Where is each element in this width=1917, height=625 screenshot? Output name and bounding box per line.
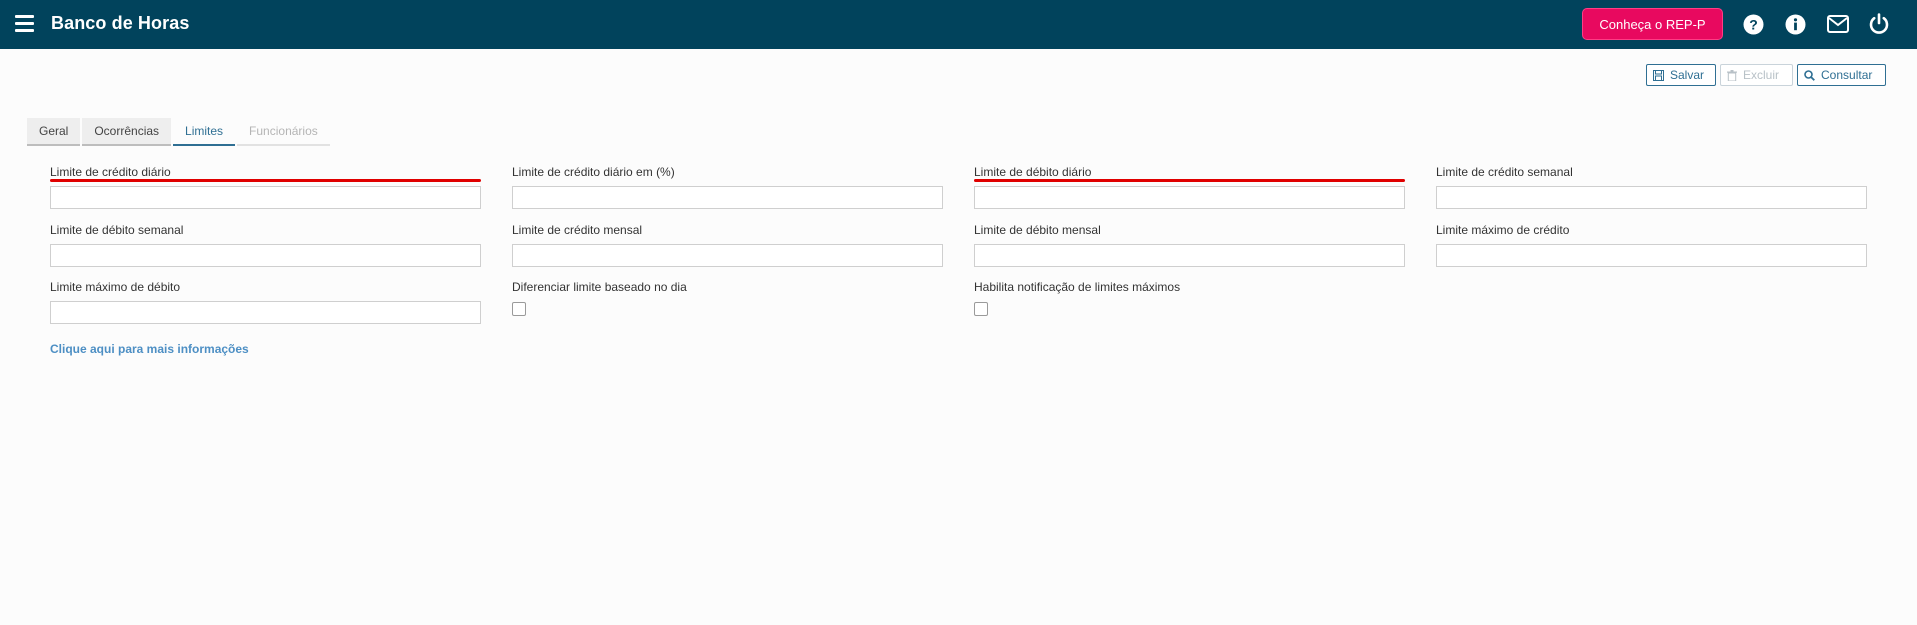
field-debito-diario: Limite de débito diário [974,164,1405,209]
maximo-credito-input[interactable] [1436,244,1867,267]
debito-diario-label: Limite de débito diário [974,165,1092,179]
diferenciar-dia-label: Diferenciar limite baseado no dia [512,280,687,294]
delete-button[interactable]: Excluir [1720,64,1793,86]
maximo-credito-label: Limite máximo de crédito [1436,223,1570,237]
query-button[interactable]: Consultar [1797,64,1886,86]
credito-diario-pct-label: Limite de crédito diário em (%) [512,165,675,179]
field-credito-semanal: Limite de crédito semanal [1436,164,1867,209]
tab-funcionarios: Funcionários [237,118,330,146]
tab-limites[interactable]: Limites [173,118,236,146]
field-credito-mensal: Limite de crédito mensal [512,222,943,267]
save-label: Salvar [1670,68,1705,82]
query-label: Consultar [1821,68,1873,82]
more-info-link[interactable]: Clique aqui para mais informações [50,342,249,356]
debito-mensal-label: Limite de débito mensal [974,223,1101,237]
credito-diario-label: Limite de crédito diário [50,165,171,179]
debito-mensal-input[interactable] [974,244,1405,267]
maximo-debito-input[interactable] [50,301,481,324]
save-icon [1653,69,1664,81]
field-notificacao-maximos: Habilita notificação de limites máximos [974,279,1405,316]
hamburger-menu-icon[interactable] [15,15,34,32]
highlight-underline [974,179,1405,182]
field-debito-mensal: Limite de débito mensal [974,222,1405,267]
highlight-underline [50,179,481,182]
info-icon[interactable] [1784,13,1806,35]
tab-bar: Geral Ocorrências Limites Funcionários [27,118,332,146]
svg-text:?: ? [1749,16,1758,32]
tab-ocorrencias[interactable]: Ocorrências [82,118,172,146]
save-button[interactable]: Salvar [1646,64,1716,86]
notificacao-maximos-label: Habilita notificação de limites máximos [974,280,1181,294]
help-icon[interactable]: ? [1742,13,1764,35]
field-maximo-credito: Limite máximo de crédito [1436,222,1867,267]
field-debito-semanal: Limite de débito semanal [50,222,481,267]
field-diferenciar-dia: Diferenciar limite baseado no dia [512,279,943,316]
power-icon[interactable] [1868,13,1890,35]
rep-p-button[interactable]: Conheça o REP-P [1582,8,1723,40]
debito-semanal-label: Limite de débito semanal [50,223,184,237]
mail-icon[interactable] [1827,13,1849,35]
debito-semanal-input[interactable] [50,244,481,267]
credito-semanal-label: Limite de crédito semanal [1436,165,1573,179]
search-icon [1804,69,1815,81]
credito-mensal-label: Limite de crédito mensal [512,223,643,237]
field-credito-diario-pct: Limite de crédito diário em (%) [512,164,943,209]
trash-icon [1727,69,1737,81]
field-credito-diario: Limite de crédito diário [50,164,481,209]
page-title: Banco de Horas [51,13,190,33]
credito-diario-pct-input[interactable] [512,186,943,209]
field-maximo-debito: Limite máximo de débito [50,279,481,324]
debito-diario-input[interactable] [974,186,1405,209]
notificacao-maximos-checkbox[interactable] [974,302,988,316]
diferenciar-dia-checkbox[interactable] [512,302,526,316]
credito-diario-input[interactable] [50,186,481,209]
top-bar: Banco de Horas Conheça o REP-P ? [0,0,1917,49]
maximo-debito-label: Limite máximo de débito [50,280,181,294]
credito-mensal-input[interactable] [512,244,943,267]
tab-geral[interactable]: Geral [27,118,81,146]
delete-label: Excluir [1743,68,1780,82]
credito-semanal-input[interactable] [1436,186,1867,209]
